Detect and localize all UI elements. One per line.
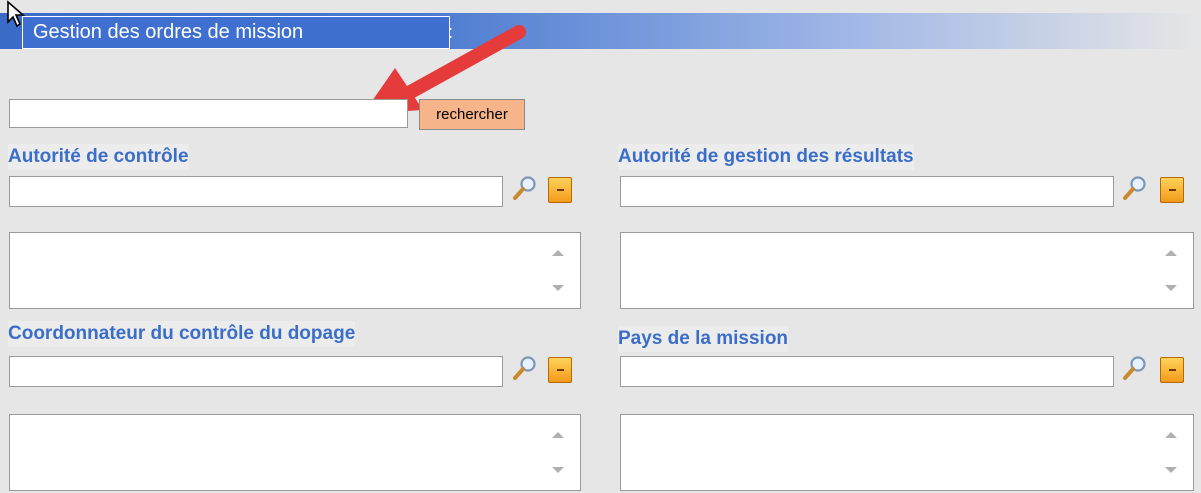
- scroll-up-icon[interactable]: [552, 250, 564, 256]
- section-label-pays-mission: Pays de la mission: [618, 326, 789, 352]
- magnifier-icon[interactable]: [1122, 175, 1148, 201]
- scroll-down-icon[interactable]: [1165, 467, 1177, 473]
- scroll-down-icon[interactable]: [552, 285, 564, 291]
- clear-icon[interactable]: [548, 177, 572, 203]
- autorite-controle-input[interactable]: [9, 176, 503, 207]
- scroll-up-icon[interactable]: [552, 432, 564, 438]
- scroll-up-icon[interactable]: [1165, 250, 1177, 256]
- search-button[interactable]: rechercher: [419, 99, 525, 130]
- scroll-down-icon[interactable]: [552, 467, 564, 473]
- section-label-coordonnateur: Coordonnateur du contrôle du dopage: [8, 321, 356, 347]
- autorite-gestion-input[interactable]: [620, 176, 1114, 207]
- coordonnateur-list[interactable]: [9, 414, 581, 491]
- magnifier-icon[interactable]: [1122, 355, 1148, 381]
- autorite-gestion-list[interactable]: [620, 232, 1194, 309]
- mouse-cursor-icon: [7, 0, 26, 28]
- search-input[interactable]: [9, 99, 408, 128]
- magnifier-icon[interactable]: [512, 175, 538, 201]
- scroll-down-icon[interactable]: [1165, 285, 1177, 291]
- coordonnateur-input[interactable]: [9, 356, 503, 387]
- pays-mission-list[interactable]: [620, 414, 1194, 491]
- clear-icon[interactable]: [548, 357, 572, 383]
- clear-icon[interactable]: [1160, 357, 1184, 383]
- scroll-up-icon[interactable]: [1165, 432, 1177, 438]
- clear-icon[interactable]: [1160, 177, 1184, 203]
- magnifier-icon[interactable]: [512, 355, 538, 381]
- pays-mission-input[interactable]: [620, 356, 1114, 387]
- section-label-autorite-gestion: Autorité de gestion des résultats: [618, 144, 914, 170]
- autorite-controle-list[interactable]: [9, 232, 581, 309]
- section-label-autorite-controle: Autorité de contrôle: [8, 144, 189, 170]
